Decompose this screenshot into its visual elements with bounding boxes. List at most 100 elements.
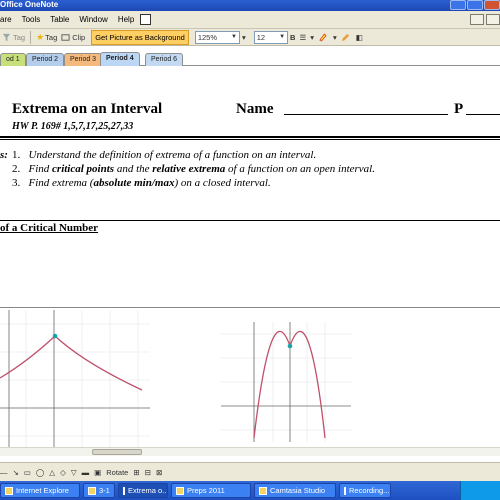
window-title: Office OneNote [0, 0, 59, 9]
task-label: 3-1 [99, 486, 110, 495]
objective-1: 1. Understand the definition of extrema … [12, 149, 316, 161]
separator [30, 30, 32, 44]
diamond-tool[interactable]: ◇ [60, 468, 66, 477]
objectives-label: s: [0, 149, 8, 161]
shape-tool[interactable]: ▽ [71, 468, 77, 477]
menu-help[interactable]: Help [118, 15, 134, 24]
tab-period-3[interactable]: Period 3 [64, 53, 103, 66]
tab-period-1[interactable]: od 1 [0, 53, 26, 66]
bold-button[interactable]: B [288, 30, 297, 45]
graph-rule [0, 307, 500, 308]
objective-3: 3. Find extrema (absolute min/max) on a … [12, 177, 271, 189]
clip-icon [61, 33, 70, 41]
menu-share[interactable]: are [0, 15, 12, 24]
star-icon: ★ [36, 31, 45, 42]
align-tool[interactable]: ⊞ [133, 468, 139, 477]
tag-star-button[interactable]: ★ Tag [34, 30, 59, 45]
cusp-function-graph [0, 310, 150, 450]
funnel-icon [2, 33, 11, 41]
clip-label: Clip [72, 32, 86, 42]
extra-toolbar-icon[interactable]: ◧ [354, 30, 365, 45]
tab-period-6[interactable]: Period 6 [145, 53, 184, 66]
font-color-button[interactable]: ▾ [308, 30, 316, 45]
objective-bold-text: critical points [52, 163, 115, 175]
chevron-down-icon: ▼ [231, 34, 237, 40]
menu-bar: are Tools Table Window Help [0, 11, 500, 29]
line-tool[interactable]: — [0, 468, 8, 477]
vertex-point [287, 343, 293, 349]
clip-button[interactable]: Clip [59, 30, 87, 45]
taskbar-item-camtasia[interactable]: Camtasia Studio [254, 483, 336, 498]
bullets-button[interactable]: ☰ [297, 30, 308, 45]
ellipse-tool[interactable]: ◯ [36, 468, 44, 477]
tag-button[interactable]: Tag [0, 30, 27, 45]
pen-button[interactable] [339, 30, 354, 45]
group-tool[interactable]: ⊠ [156, 468, 162, 477]
section-heading: of a Critical Number [0, 222, 99, 234]
zoom-dropdown[interactable]: 125% ▼ [194, 30, 240, 44]
get-picture-as-background-button[interactable]: Get Picture as Background [91, 29, 189, 45]
taskbar: Internet Explore 3-1 Extrema o... Preps … [0, 481, 500, 500]
rotate-button[interactable]: Rotate [106, 468, 128, 477]
period-line [466, 114, 500, 115]
font-color-icon[interactable]: ▾ [331, 30, 339, 45]
taskbar-item-recording[interactable]: Recording... [339, 483, 391, 498]
taskbar-item-extrema[interactable]: Extrema o... [118, 483, 168, 498]
zoom-value: 125% [197, 32, 218, 42]
taskbar-item-preps[interactable]: Preps 2011 [171, 483, 251, 498]
bold-label: B [290, 32, 296, 42]
triangle-tool[interactable]: △ [49, 468, 55, 477]
menu-tools[interactable]: Tools [22, 15, 41, 24]
recording-icon [344, 486, 346, 495]
taskbar-item-internet-explorer[interactable]: Internet Explore [0, 483, 80, 498]
onenote-icon [123, 486, 125, 495]
objective-text: Understand the definition of extrema of … [28, 149, 317, 161]
maximize-button[interactable] [467, 0, 483, 10]
order-tool[interactable]: ⊟ [145, 468, 151, 477]
rectangle-tool[interactable]: ▭ [24, 468, 31, 477]
line-color-tool[interactable]: ▬ [82, 468, 90, 477]
font-size-value: 12 [256, 32, 266, 42]
header-rule-thick [0, 136, 500, 138]
fill-tool[interactable]: ▣ [94, 468, 101, 477]
objective-bold-text: absolute min/max [93, 177, 175, 189]
grid-lines [221, 322, 351, 442]
cusp-curve [0, 335, 143, 391]
chevron-down-icon: ▼ [279, 34, 286, 40]
taskbar-item-3-1[interactable]: 3-1 [83, 483, 115, 498]
horizontal-scrollbar[interactable] [0, 447, 500, 456]
task-label: Recording... [349, 486, 390, 495]
objective-bold-text: relative extrema [152, 163, 226, 175]
title-bar: Office OneNote [0, 0, 500, 11]
scrollbar-thumb[interactable] [92, 449, 142, 455]
powerpoint-icon [88, 486, 96, 495]
toolbar-options-icon[interactable] [470, 14, 484, 25]
menu-table[interactable]: Table [50, 15, 69, 24]
minimize-button[interactable] [450, 0, 466, 10]
close-button[interactable] [484, 0, 500, 10]
tab-period-2[interactable]: Period 2 [26, 53, 65, 66]
system-tray [460, 481, 500, 500]
arrow-tool[interactable]: ↘ [13, 468, 19, 477]
toolbar-close-icon[interactable] [486, 14, 500, 25]
objective-text: of a function on an open interval. [225, 163, 375, 175]
task-label: Extrema o... [128, 486, 168, 495]
pen-icon [341, 33, 349, 41]
task-label: Camtasia Studio [270, 486, 326, 495]
section-tabs: od 1 Period 2 Period 3 Period 4 Period 6 [0, 46, 500, 72]
objective-number: 1. [12, 149, 21, 161]
font-size-dropdown[interactable]: 12 ▼ [253, 30, 289, 44]
name-line [284, 114, 448, 115]
tab-period-4[interactable]: Period 4 [100, 52, 140, 66]
menu-window[interactable]: Window [79, 15, 107, 24]
homework-assignment: HW P. 169# 1,5,7,17,25,27,33 [12, 121, 134, 132]
highlight-button[interactable] [316, 30, 331, 45]
grid-lines [0, 310, 150, 450]
tag-star-label: Tag [45, 32, 58, 42]
camtasia-icon [259, 486, 267, 495]
cusp-point [52, 333, 58, 339]
document-icon[interactable] [140, 14, 152, 25]
task-label: Preps 2011 [187, 486, 225, 495]
tag-label: Tag [13, 32, 26, 42]
font-dropdown-arrow[interactable]: ▾ [240, 30, 248, 45]
